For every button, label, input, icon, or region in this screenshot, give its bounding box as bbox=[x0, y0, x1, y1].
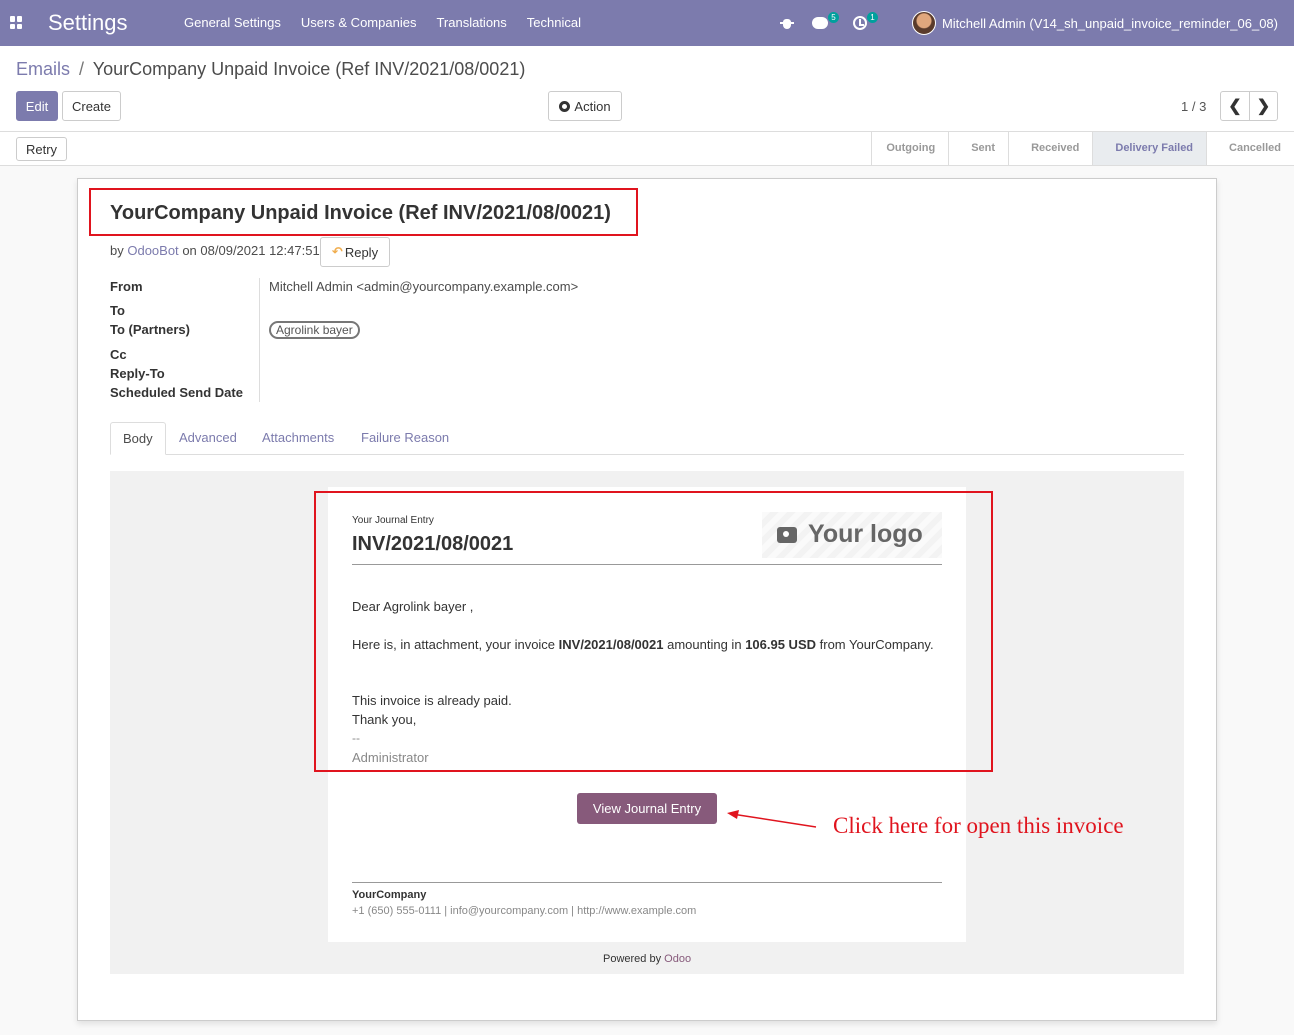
field-separator bbox=[259, 278, 260, 402]
tab-advanced[interactable]: Advanced bbox=[179, 422, 237, 455]
menu-general-settings[interactable]: General Settings bbox=[184, 15, 281, 30]
menu-users-companies[interactable]: Users & Companies bbox=[301, 15, 417, 30]
odoo-link[interactable]: Odoo bbox=[664, 953, 691, 965]
action-button[interactable]: Action bbox=[548, 91, 622, 121]
pager-previous-button[interactable]: ❮ bbox=[1220, 91, 1250, 121]
status-stages: Outgoing Sent Received Delivery Failed C… bbox=[871, 132, 1294, 165]
reply-button[interactable]: ↶ Reply bbox=[320, 237, 390, 267]
breadcrumb: Emails / YourCompany Unpaid Invoice (Ref… bbox=[16, 59, 525, 80]
menu-translations[interactable]: Translations bbox=[436, 15, 506, 30]
pager-next-button[interactable]: ❯ bbox=[1249, 91, 1278, 121]
tab-failure-reason[interactable]: Failure Reason bbox=[361, 422, 449, 455]
chat-count-badge: 5 bbox=[827, 11, 839, 23]
reply-arrow-icon: ↶ bbox=[331, 244, 343, 259]
retry-button[interactable]: Retry bbox=[16, 137, 67, 161]
create-button[interactable]: Create bbox=[62, 91, 121, 121]
activity-clock-icon[interactable] bbox=[852, 16, 867, 30]
breadcrumb-emails[interactable]: Emails bbox=[16, 59, 70, 79]
pager-value[interactable]: 1 / 3 bbox=[1181, 99, 1206, 114]
to-label: To bbox=[110, 303, 125, 318]
annotation-arrow-icon bbox=[727, 810, 817, 828]
author-link[interactable]: OdooBot bbox=[127, 243, 178, 258]
body-highlight-box bbox=[314, 491, 993, 772]
breadcrumb-separator: / bbox=[79, 59, 85, 79]
annotation-text: Click here for open this invoice bbox=[833, 813, 1124, 838]
activity-count-badge: 1 bbox=[866, 11, 878, 23]
breadcrumb-current: YourCompany Unpaid Invoice (Ref INV/2021… bbox=[92, 59, 526, 79]
on-label: on bbox=[182, 243, 197, 258]
view-journal-entry-button[interactable]: View Journal Entry bbox=[577, 793, 717, 824]
by-label: by bbox=[110, 243, 124, 258]
apps-menu-icon[interactable] bbox=[10, 16, 23, 29]
powered-by: Powered by Odoo bbox=[603, 953, 691, 965]
chevron-right-icon: ❯ bbox=[1256, 98, 1271, 115]
from-value: Mitchell Admin <admin@yourcompany.exampl… bbox=[269, 279, 579, 294]
stage-sent[interactable]: Sent bbox=[948, 132, 1008, 165]
chat-icon[interactable] bbox=[811, 17, 828, 29]
powered-by-label: Powered by bbox=[603, 953, 662, 965]
status-bar: Retry Outgoing Sent Received Delivery Fa… bbox=[0, 131, 1294, 166]
reply-to-label: Reply-To bbox=[110, 366, 165, 381]
subject-highlight-box bbox=[89, 188, 638, 236]
from-label: From bbox=[110, 279, 143, 294]
chevron-left-icon: ❮ bbox=[1228, 98, 1242, 115]
tab-body[interactable]: Body bbox=[110, 422, 166, 455]
menu-technical[interactable]: Technical bbox=[527, 15, 581, 30]
stage-received[interactable]: Received bbox=[1008, 132, 1092, 165]
notebook-tabs: Body Advanced Attachments Failure Reason bbox=[110, 422, 1184, 455]
stage-outgoing[interactable]: Outgoing bbox=[871, 132, 948, 165]
action-label: Action bbox=[574, 98, 611, 114]
edit-button[interactable]: Edit bbox=[16, 91, 58, 121]
systray: 5 1 Mitchell Admin (V14_sh_unpaid_invoic… bbox=[779, 10, 1278, 36]
user-avatar[interactable] bbox=[911, 11, 936, 35]
app-title[interactable]: Settings bbox=[48, 10, 128, 36]
main-menu: General Settings Users & Companies Trans… bbox=[184, 15, 581, 30]
debug-bug-icon[interactable] bbox=[779, 16, 794, 30]
top-navbar: Settings General Settings Users & Compan… bbox=[0, 0, 1294, 46]
gear-icon bbox=[559, 100, 571, 112]
user-menu[interactable]: Mitchell Admin (V14_sh_unpaid_invoice_re… bbox=[942, 16, 1278, 31]
tab-attachments[interactable]: Attachments bbox=[262, 422, 334, 455]
partner-tag[interactable]: Agrolink bayer bbox=[269, 321, 360, 339]
stage-delivery-failed[interactable]: Delivery Failed bbox=[1092, 132, 1207, 165]
company-contact: +1 (650) 555-0111 | info@yourcompany.com… bbox=[352, 905, 697, 917]
scheduled-send-date-label: Scheduled Send Date bbox=[110, 385, 243, 400]
cc-label: Cc bbox=[110, 347, 127, 362]
footer-divider bbox=[352, 882, 942, 883]
to-partners-label: To (Partners) bbox=[110, 322, 190, 337]
stage-cancelled[interactable]: Cancelled bbox=[1206, 132, 1294, 165]
reply-label: Reply bbox=[344, 244, 379, 260]
email-date: 08/09/2021 12:47:51 bbox=[200, 243, 320, 258]
company-name: YourCompany bbox=[352, 889, 427, 901]
email-byline: by OdooBot on 08/09/2021 12:47:51 bbox=[110, 243, 320, 258]
